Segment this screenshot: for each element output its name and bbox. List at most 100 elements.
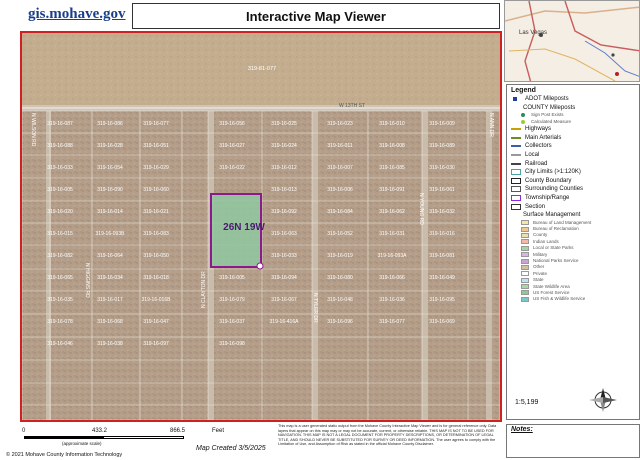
parcel-label[interactable]: 319-16-033 [271,253,297,259]
map-legend: Legend ADOT Mileposts COUNTY Mileposts Sig… [506,84,640,420]
parcel-label[interactable]: 319-16-005 [219,275,245,281]
parcel-label[interactable]: 319-16-025 [271,121,297,127]
parcel-label[interactable]: 319-16-090 [97,187,123,193]
page-title-text: Interactive Map Viewer [246,8,386,24]
parcel-label[interactable]: 319-16-096 [327,319,353,325]
parcel-label[interactable]: 319-16-064 [97,253,123,259]
parcel-label[interactable]: 319-16-020 [47,209,73,215]
parcel-label[interactable]: 319-16-022 [219,165,245,171]
parcel-label[interactable]: 319-16-060 [143,187,169,193]
parcel-label[interactable]: 319-16-077 [143,121,169,127]
parcel-label[interactable]: 319-16-038 [97,341,123,347]
main-map[interactable]: 319-16-087 319-16-086 319-16-077 319-16-056… [20,31,502,422]
parcel-label[interactable]: 319-16-066 [379,275,405,281]
legend-symbol-icon [511,162,521,165]
parcel-label[interactable]: 319-16-054 [97,165,123,171]
parcel-label[interactable]: 319-16-017 [97,297,123,303]
parcel-label[interactable]: 319-16-051 [143,143,169,149]
parcel-label[interactable]: 319-16-077 [379,319,405,325]
parcel-label[interactable]: 319-16-035 [47,297,73,303]
parcel-label[interactable]: 319-16-061 [429,187,455,193]
parcel-label[interactable]: 319-16-080 [327,275,353,281]
parcel-label[interactable]: 319-16-081 [429,253,455,259]
parcel-label[interactable]: 319-16-018 [143,275,169,281]
parcel-label[interactable]: 319-16-094 [271,275,297,281]
parcel-label[interactable]: 319-16-008 [379,143,405,149]
parcel-label[interactable]: 319-16-027 [219,143,245,149]
parcel-label[interactable]: 319-16-068 [97,319,123,325]
parcel-label[interactable]: 319-16-034 [97,275,123,281]
parcel-label[interactable]: 319-16-095 [429,297,455,303]
parcel-label[interactable]: 319-16-084 [327,209,353,215]
street-label-wilson: N WILSON RD [30,113,36,147]
parcel-label[interactable]: 319-16-085 [379,165,405,171]
legend-list: ADOT Mileposts COUNTY Mileposts Sign Post … [511,95,635,303]
legend-item: Township/Range [511,194,635,203]
parcel-label[interactable]: 319-16-019 [327,253,353,259]
legend-symbol-icon [511,186,521,193]
parcel-label[interactable]: 319-16-087 [47,121,73,127]
parcel-label[interactable]: 319-16-028 [97,143,123,149]
parcel-label[interactable]: 319-16-069 [429,319,455,325]
parcel-label[interactable]: 319-16-015 [47,231,73,237]
parcel-label[interactable]: 319-16-056 [219,121,245,127]
parcel-label[interactable]: 319-16-089 [429,143,455,149]
overview-inset-map[interactable]: Las Vegas [504,0,640,82]
parcel-label[interactable]: 319-16-098 [219,341,245,347]
parcel-label[interactable]: 319-16-021 [143,209,169,215]
parcel-label[interactable]: 319-16-083 [143,231,169,237]
legend-symbol-icon [521,252,529,258]
legend-symbol-icon [521,226,529,232]
parcel-label[interactable]: 319-16-078 [47,319,73,325]
parcel-label[interactable]: 319-16-091 [379,187,405,193]
parcel-label[interactable]: 319-16-088 [47,143,73,149]
parcel-label[interactable]: 319-16-050 [143,253,169,259]
parcel-label[interactable]: 319-16-006 [327,187,353,193]
parcel-label[interactable]: 319-16-031 [379,231,405,237]
parcel-label[interactable]: 319-16-093A [378,253,408,259]
legend-item-label: US Fish & Wildlife Service [533,296,586,302]
parcel-label[interactable]: 319-16-086 [97,121,123,127]
parcel-label[interactable]: 319-16-082 [47,253,73,259]
parcel-label[interactable]: 319-16-009 [429,121,455,127]
parcel-label[interactable]: 319-16-023 [327,121,353,127]
parcel-label[interactable]: 319-16-016 [429,231,455,237]
parcel-label[interactable]: 319-16-014 [97,209,123,215]
parcel-label[interactable]: 319-16-032 [429,209,455,215]
parcel-label[interactable]: 319-16-049 [429,275,455,281]
parcel-label[interactable]: 319-16-013 [271,187,297,193]
parcel-label[interactable]: 319-16-029 [143,165,169,171]
parcel-label[interactable]: 319-16-067 [271,297,297,303]
parcel-label[interactable]: 319-16-092 [271,209,297,215]
parcel-label[interactable]: 319-16-052 [327,231,353,237]
county-logo-link[interactable]: gis.mohave.gov [28,6,126,23]
parcel-label[interactable]: 319-16-030 [429,165,455,171]
parcel-label[interactable]: 319-16-011 [327,143,352,149]
street-label-ann: N ANN DR [488,113,494,137]
parcel-label[interactable]: 319-16-036 [379,297,405,303]
parcel-label[interactable]: 319-16-063 [271,231,297,237]
legend-item: Main Arterials [511,134,635,143]
parcel-label[interactable]: 319-16-065 [47,275,73,281]
parcel-label[interactable]: 319-16-033 [47,165,73,171]
parcel-label[interactable]: 319-16-005 [47,187,73,193]
legend-symbol-icon [511,195,521,202]
parcel-label[interactable]: 319-16-416A [270,319,300,325]
parcel-label[interactable]: 319-16-062 [379,209,405,215]
top-parcel-label: 319-81-077 [248,66,276,72]
parcel-label[interactable]: 319-16-010 [379,121,405,127]
parcel-label[interactable]: 319-16-016B [142,297,172,303]
parcel-label[interactable]: 319-16-024 [271,143,297,149]
parcel-label[interactable]: 319-16-047 [143,319,169,325]
selected-parcel-marker[interactable] [256,262,264,270]
parcel-label[interactable]: 319-16-097 [143,341,169,347]
parcel-label[interactable]: 319-16-046 [47,341,73,347]
parcel-label[interactable]: 319-16-012 [271,165,297,171]
parcel-label[interactable]: 319-16-048 [327,297,353,303]
map-canvas[interactable]: 319-16-087 319-16-086 319-16-077 319-16-056… [22,33,500,420]
parcel-label[interactable]: 319-16-037 [219,319,245,325]
parcel-label[interactable]: 319-16-007 [327,165,353,171]
legend-symbol-icon [521,264,529,270]
parcel-label[interactable]: 319-16-093B [96,231,126,237]
parcel-label[interactable]: 319-16-079 [219,297,245,303]
